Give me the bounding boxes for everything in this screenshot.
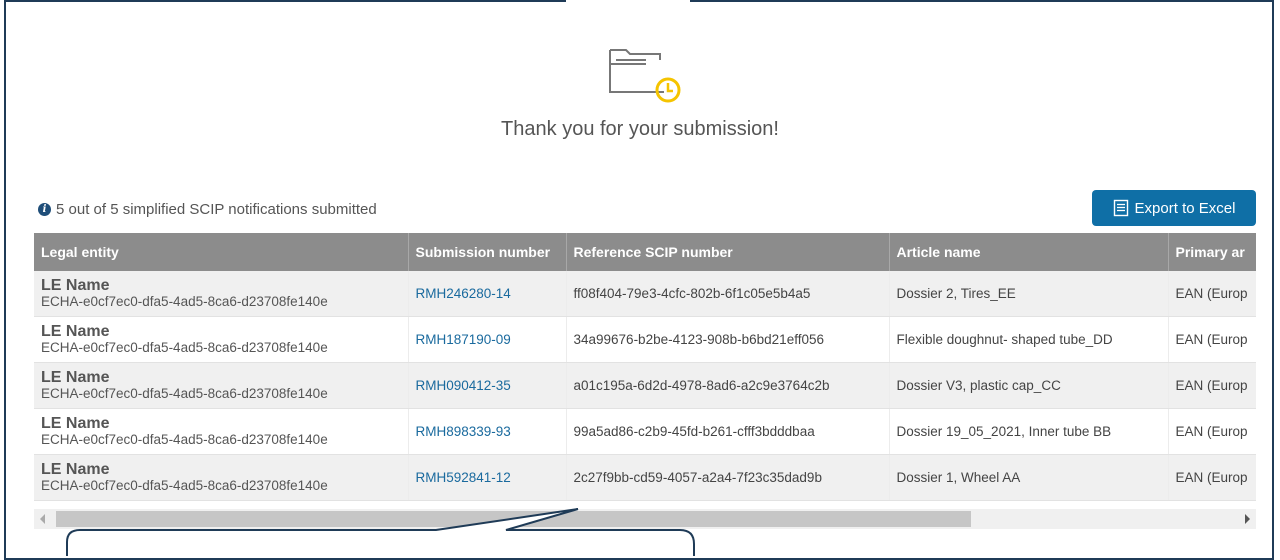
submission-number-link[interactable]: RMH246280-14 — [416, 286, 511, 301]
submission-number-link[interactable]: RMH090412-35 — [416, 378, 511, 393]
article-name-cell: Flexible doughnut- shaped tube_DD — [889, 316, 1169, 363]
submission-number-cell: RMH592841-12 — [408, 454, 567, 501]
column-header-reference-scip-number[interactable]: Reference SCIP number — [566, 233, 890, 271]
legal-entity-id: ECHA-e0cf7ec0-dfa5-4ad5-8ca6-d23708fe140… — [41, 339, 328, 355]
primary-article-cell: EAN (Europ — [1168, 408, 1256, 455]
primary-article-cell: EAN (Europ — [1168, 271, 1256, 317]
legal-entity-cell: LE Name ECHA-e0cf7ec0-dfa5-4ad5-8ca6-d23… — [34, 454, 409, 501]
legal-entity-name: LE Name — [41, 460, 110, 478]
submission-number-link[interactable]: RMH592841-12 — [416, 470, 511, 485]
scroll-right-arrow-icon[interactable] — [1245, 514, 1250, 524]
submission-number-link[interactable]: RMH187190-09 — [416, 332, 511, 347]
reference-scip-cell: a01c195a-6d2d-4978-8ad6-a2c9e3764c2b — [566, 362, 890, 409]
submission-number-cell: RMH090412-35 — [408, 362, 567, 409]
submission-number-link[interactable]: RMH898339-93 — [416, 424, 511, 439]
scroll-left-arrow-icon[interactable] — [40, 514, 45, 524]
summary-text: 5 out of 5 simplified SCIP notifications… — [56, 201, 377, 218]
table-row: LE Name ECHA-e0cf7ec0-dfa5-4ad5-8ca6-d23… — [34, 316, 1256, 363]
article-name-cell: Dossier 19_05_2021, Inner tube BB — [889, 408, 1169, 455]
top-divider-gap — [566, 0, 690, 6]
primary-article-cell: EAN (Europ — [1168, 454, 1256, 501]
table-header-row: Legal entity Submission number Reference… — [34, 233, 1256, 271]
export-label: Export to Excel — [1134, 199, 1236, 217]
primary-article-cell: EAN (Europ — [1168, 316, 1256, 363]
table-row: LE Name ECHA-e0cf7ec0-dfa5-4ad5-8ca6-d23… — [34, 362, 1256, 409]
callout-bubble — [66, 508, 695, 556]
legal-entity-id: ECHA-e0cf7ec0-dfa5-4ad5-8ca6-d23708fe140… — [41, 431, 328, 447]
export-to-excel-button[interactable]: Export to Excel — [1092, 190, 1256, 226]
submissions-table: Legal entity Submission number Reference… — [34, 233, 1256, 531]
legal-entity-id: ECHA-e0cf7ec0-dfa5-4ad5-8ca6-d23708fe140… — [41, 385, 328, 401]
legal-entity-cell: LE Name ECHA-e0cf7ec0-dfa5-4ad5-8ca6-d23… — [34, 271, 409, 317]
confirmation-message: Thank you for your submission! — [501, 118, 779, 140]
article-name-cell: Dossier V3, plastic cap_CC — [889, 362, 1169, 409]
legal-entity-cell: LE Name ECHA-e0cf7ec0-dfa5-4ad5-8ca6-d23… — [34, 408, 409, 455]
table-row: LE Name ECHA-e0cf7ec0-dfa5-4ad5-8ca6-d23… — [34, 408, 1256, 455]
reference-scip-cell: 2c27f9bb-cd59-4057-a2a4-7f23c35dad9b — [566, 454, 890, 501]
submission-summary: i 5 out of 5 simplified SCIP notificatio… — [38, 201, 377, 218]
reference-scip-cell: 34a99676-b2be-4123-908b-b6bd21eff056 — [566, 316, 890, 363]
legal-entity-name: LE Name — [41, 322, 110, 340]
submission-number-cell: RMH187190-09 — [408, 316, 567, 363]
legal-entity-id: ECHA-e0cf7ec0-dfa5-4ad5-8ca6-d23708fe140… — [41, 477, 328, 493]
legal-entity-name: LE Name — [41, 276, 110, 294]
column-header-article-name[interactable]: Article name — [889, 233, 1169, 271]
primary-article-cell: EAN (Europ — [1168, 362, 1256, 409]
table-row: LE Name ECHA-e0cf7ec0-dfa5-4ad5-8ca6-d23… — [34, 454, 1256, 501]
article-name-cell: Dossier 1, Wheel AA — [889, 454, 1169, 501]
column-header-primary[interactable]: Primary ar — [1168, 233, 1256, 271]
folder-clock-icon — [606, 40, 686, 106]
reference-scip-cell: ff08f404-79e3-4cfc-802b-6f1c05e5b4a5 — [566, 271, 890, 317]
legal-entity-cell: LE Name ECHA-e0cf7ec0-dfa5-4ad5-8ca6-d23… — [34, 316, 409, 363]
legal-entity-name: LE Name — [41, 414, 110, 432]
document-icon — [1113, 199, 1128, 217]
reference-scip-cell: 99a5ad86-c2b9-45fd-b261-cfff3bdddbaa — [566, 408, 890, 455]
column-header-submission-number[interactable]: Submission number — [408, 233, 567, 271]
legal-entity-name: LE Name — [41, 368, 110, 386]
info-icon: i — [38, 203, 51, 216]
article-name-cell: Dossier 2, Tires_EE — [889, 271, 1169, 317]
submission-number-cell: RMH898339-93 — [408, 408, 567, 455]
column-header-legal-entity[interactable]: Legal entity — [34, 233, 409, 271]
legal-entity-cell: LE Name ECHA-e0cf7ec0-dfa5-4ad5-8ca6-d23… — [34, 362, 409, 409]
table-row: LE Name ECHA-e0cf7ec0-dfa5-4ad5-8ca6-d23… — [34, 271, 1256, 317]
submission-number-cell: RMH246280-14 — [408, 271, 567, 317]
legal-entity-id: ECHA-e0cf7ec0-dfa5-4ad5-8ca6-d23708fe140… — [41, 293, 328, 309]
